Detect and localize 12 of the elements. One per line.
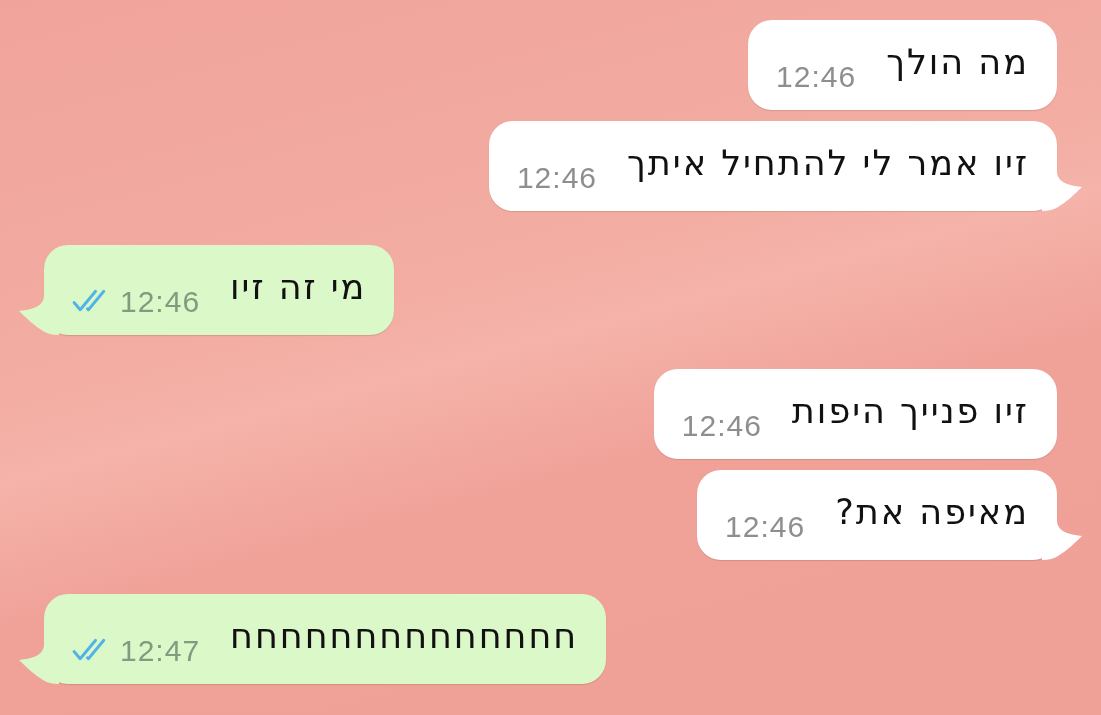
message-time: 12:46 <box>120 287 201 317</box>
message-text: חחחחחחחחחחחחחח <box>230 615 579 658</box>
message-time: 12:47 <box>120 636 201 666</box>
message-time: 12:46 <box>725 512 806 542</box>
message-text: זיו פנייך היפות <box>791 390 1029 433</box>
message-time: 12:46 <box>516 163 597 193</box>
message-text: זיו אמר לי להתחיל איתך <box>627 142 1029 185</box>
message-text: מה הולך <box>886 41 1029 84</box>
message-text: מי זה זיו <box>230 266 367 309</box>
message-text: מאיפה את? <box>835 491 1029 534</box>
message-time: 12:46 <box>776 62 857 92</box>
message-time: 12:46 <box>681 411 762 441</box>
